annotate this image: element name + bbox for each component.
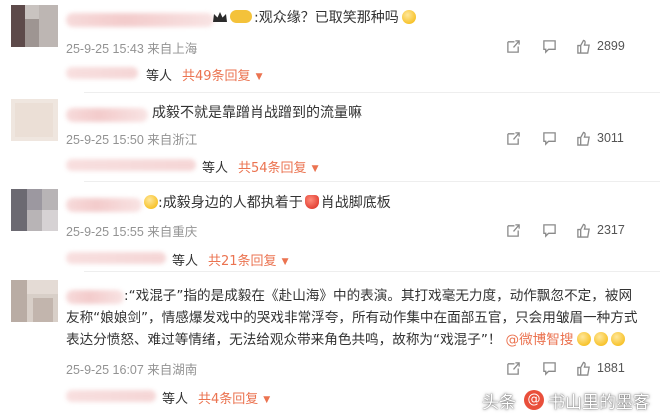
at-icon: @ bbox=[524, 390, 544, 410]
comment-icon bbox=[543, 39, 556, 54]
reply-user-blurred bbox=[66, 159, 196, 171]
comment-time: 25-9-25 16:07 来自湖南 bbox=[66, 363, 198, 377]
watermark-author: 书山里的墨客 bbox=[548, 392, 650, 413]
like-count: 2317 bbox=[597, 223, 625, 237]
reply-user-blurred bbox=[66, 67, 138, 79]
laughing-emoji-icon bbox=[401, 10, 416, 24]
comment-time: 25-9-25 15:50 来自浙江 bbox=[66, 133, 198, 147]
comment-text: :成毅身边的人都执着于 肖战脚底板 bbox=[144, 195, 391, 212]
grin-emoji-icon bbox=[144, 195, 158, 209]
username-blurred[interactable] bbox=[66, 290, 124, 304]
reply-user-blurred bbox=[66, 390, 156, 402]
replies-link[interactable]: 等人 共21条回复 ▼ bbox=[172, 250, 288, 269]
comment-time: 25-9-25 15:43 来自上海 bbox=[66, 42, 198, 56]
comment-item: :成毅身边的人都执着于 肖战脚底板 25-9-25 15:55 来自重庆 2317… bbox=[0, 182, 660, 270]
red-emoji-icon bbox=[304, 195, 319, 209]
caret-down-icon: ▼ bbox=[311, 164, 319, 174]
comment-item: 成毅不就是靠蹭肖战蹭到的流量嘛 25-9-25 15:50 来自浙江 3011 … bbox=[0, 93, 660, 181]
share-icon bbox=[507, 39, 520, 53]
comment-item: :观众缘？已取笑那种吗 25-9-25 15:43 来自上海 2899 等人 共4… bbox=[0, 0, 660, 92]
avatar[interactable] bbox=[11, 5, 58, 47]
watermark-prefix: 头条 bbox=[482, 392, 516, 413]
comment-actions: 2899 bbox=[506, 38, 646, 54]
like-count: 1881 bbox=[597, 361, 625, 375]
vip-badge-icon bbox=[230, 10, 252, 23]
comment-icon bbox=[543, 223, 556, 238]
comment-button[interactable] bbox=[542, 130, 557, 146]
smile-emoji-icon bbox=[594, 332, 609, 346]
smile-emoji-icon bbox=[611, 332, 626, 346]
avatar[interactable] bbox=[11, 280, 58, 322]
comment-actions: 1881 bbox=[506, 360, 646, 376]
smile-emoji-icon bbox=[577, 332, 592, 346]
comment-time: 25-9-25 15:55 来自重庆 bbox=[66, 225, 198, 239]
like-count: 3011 bbox=[597, 131, 624, 145]
comment-actions: 3011 bbox=[506, 130, 646, 146]
caret-down-icon: ▼ bbox=[255, 72, 263, 82]
comment-icon bbox=[543, 361, 556, 376]
like-button[interactable]: 1881 bbox=[576, 360, 625, 376]
comment-icon bbox=[543, 131, 556, 146]
watermark: 头条 @ 书山里的墨客 bbox=[482, 387, 650, 413]
like-count: 2899 bbox=[597, 39, 625, 53]
comment-button[interactable] bbox=[542, 360, 557, 376]
share-icon bbox=[507, 361, 520, 375]
like-button[interactable]: 2317 bbox=[576, 222, 625, 238]
avatar[interactable] bbox=[11, 99, 58, 141]
replies-link[interactable]: 等人 共54条回复 ▼ bbox=[202, 157, 318, 176]
caret-down-icon: ▼ bbox=[281, 257, 289, 267]
share-button[interactable] bbox=[506, 222, 521, 238]
reply-user-blurred bbox=[66, 252, 166, 264]
comment-text-line-1: :“戏混子”指的是成毅在《赴山海》中的表演。其打戏毫无力度，动作飘忽不定，被网 bbox=[124, 288, 633, 304]
like-icon bbox=[577, 361, 590, 376]
comment-button[interactable] bbox=[542, 222, 557, 238]
username-blurred[interactable] bbox=[66, 198, 142, 212]
avatar[interactable] bbox=[11, 189, 58, 231]
share-button[interactable] bbox=[506, 38, 521, 54]
share-button[interactable] bbox=[506, 360, 521, 376]
replies-link[interactable]: 等人 共4条回复 ▼ bbox=[162, 388, 270, 407]
like-button[interactable]: 3011 bbox=[576, 130, 624, 146]
comment-button[interactable] bbox=[542, 38, 557, 54]
like-button[interactable]: 2899 bbox=[576, 38, 625, 54]
caret-down-icon: ▼ bbox=[263, 395, 271, 405]
weibo-search-link[interactable]: @微博智搜 bbox=[506, 332, 574, 348]
username-blurred[interactable] bbox=[66, 108, 148, 122]
share-icon bbox=[507, 223, 520, 237]
like-icon bbox=[577, 131, 590, 146]
comment-text-line-2: 友称“娘娘剑”，情感爆发戏中的哭戏非常浮夸，所有动作集中在面部五官，只会用皱眉一… bbox=[66, 310, 638, 326]
replies-link[interactable]: 等人 共49条回复 ▼ bbox=[146, 65, 262, 84]
like-icon bbox=[577, 39, 590, 54]
comment-text-line-3: 表达分愤怒、难过等情绪，无法给观众带来角色共鸣，故称为“戏混子”！ @微博智搜 bbox=[66, 332, 626, 349]
username-blurred[interactable] bbox=[66, 13, 214, 27]
share-icon bbox=[507, 131, 520, 145]
crown-icon bbox=[213, 12, 227, 22]
share-button[interactable] bbox=[506, 130, 521, 146]
comment-actions: 2317 bbox=[506, 222, 646, 238]
comment-text: 成毅不就是靠蹭肖战蹭到的流量嘛 bbox=[152, 105, 362, 121]
comment-text: :观众缘？已取笑那种吗 bbox=[212, 10, 416, 27]
like-icon bbox=[577, 223, 590, 238]
